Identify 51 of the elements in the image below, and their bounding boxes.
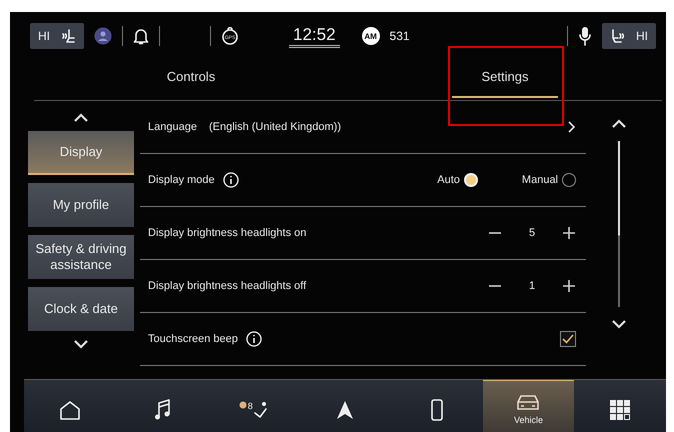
seat-heat-button[interactable]: HI xyxy=(602,23,656,49)
setting-label: Display brightness headlights on xyxy=(148,227,306,239)
radio-option[interactable]: Auto xyxy=(437,173,478,187)
setting-value: (English (United Kingdom)) xyxy=(208,121,342,133)
seat-heat-level: HI xyxy=(636,29,648,43)
music-note-icon xyxy=(154,399,170,421)
setting-label: Language xyxy=(148,121,197,133)
scroll-down-icon[interactable] xyxy=(73,339,89,349)
notification-bell-icon[interactable] xyxy=(133,27,149,45)
radio-station: 531 xyxy=(390,29,410,43)
sidebar-item[interactable]: Safety & driving assistance xyxy=(28,235,134,279)
info-icon[interactable] xyxy=(246,331,262,347)
nav-button[interactable]: 8 xyxy=(207,380,300,432)
setting-label: Display brightness headlights off xyxy=(148,280,306,292)
seat-heat-button[interactable]: HI xyxy=(30,23,84,49)
microphone-icon[interactable] xyxy=(578,26,592,46)
scroll-up-icon[interactable] xyxy=(73,113,89,123)
stepper-value: 5 xyxy=(528,227,536,239)
nav-button[interactable]: Vehicle xyxy=(482,380,574,432)
radio-band-badge: AM xyxy=(362,27,380,45)
tab[interactable]: Settings xyxy=(348,54,662,100)
driver-avatar-icon[interactable] xyxy=(94,27,112,45)
fan-speed: 8 xyxy=(248,401,253,411)
clock-time: 12:52 xyxy=(289,24,340,48)
heated-seat-icon xyxy=(60,28,76,44)
plus-icon[interactable] xyxy=(562,279,576,293)
stepper-value: 1 xyxy=(528,280,536,292)
sidebar-item[interactable]: Display xyxy=(28,131,134,175)
plus-icon[interactable] xyxy=(562,226,576,240)
heated-seat-icon xyxy=(610,28,626,44)
scroll-up-icon[interactable] xyxy=(611,119,627,129)
setting-label: Touchscreen beep xyxy=(148,333,238,345)
scrollbar[interactable] xyxy=(618,141,620,307)
car-icon xyxy=(515,394,542,412)
setting-label: Display mode xyxy=(148,174,215,186)
radio-option[interactable]: Manual xyxy=(522,173,576,187)
seat-heat-level: HI xyxy=(38,29,50,43)
reclined-seat-icon xyxy=(254,401,268,419)
app-grid-icon xyxy=(610,400,630,420)
chevron-right-icon[interactable] xyxy=(568,121,576,133)
fan-icon xyxy=(238,401,247,409)
checkbox[interactable] xyxy=(560,331,576,347)
scroll-down-icon[interactable] xyxy=(611,319,627,329)
sidebar-item[interactable]: Clock & date xyxy=(28,287,134,331)
navigation-arrow-icon xyxy=(336,400,354,420)
phone-icon xyxy=(430,399,443,421)
tab[interactable]: Controls xyxy=(34,54,348,100)
home-icon xyxy=(58,400,81,420)
sidebar-item[interactable]: My profile xyxy=(28,183,134,227)
info-icon[interactable] xyxy=(222,172,239,188)
nav-label: Vehicle xyxy=(514,415,543,425)
